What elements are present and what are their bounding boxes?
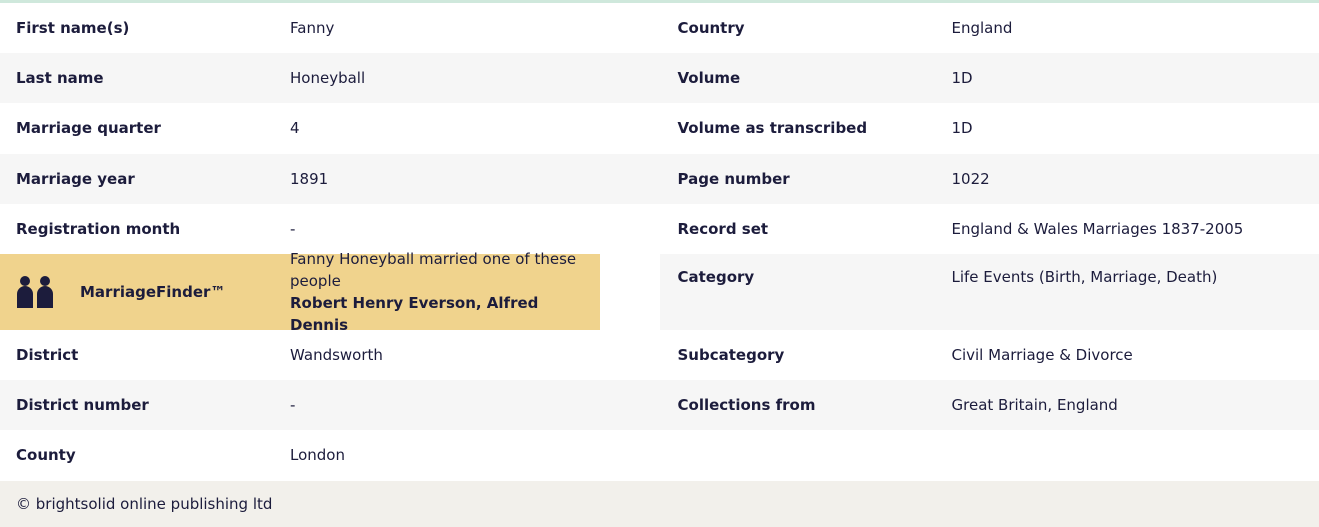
record-details: First name(s) Fanny Last name Honeyball … [0, 3, 1319, 481]
field-label: Volume [677, 69, 741, 88]
field-label: Collections from [677, 396, 816, 415]
field-label: Registration month [16, 219, 181, 238]
marriage-finder-label: MarriageFinder™ [0, 275, 290, 309]
field-label: District number [16, 396, 149, 415]
field-label: Last name [16, 69, 104, 88]
field-value: 4 [290, 119, 300, 138]
row-country: Country England [660, 3, 1319, 53]
field-value: London [290, 446, 345, 465]
row-registration-month: Registration month - [0, 204, 660, 254]
field-label: Record set [677, 219, 769, 238]
field-value: - [290, 219, 296, 238]
marriage-finder-row[interactable]: MarriageFinder™ Fanny Honeyball married … [0, 250, 600, 334]
field-value: Civil Marriage & Divorce [951, 346, 1133, 365]
row-collections-from: Collections from Great Britain, England [659, 380, 1319, 431]
field-value: Honeyball [290, 69, 366, 88]
row-district: District Wandsworth [0, 330, 660, 380]
field-label: Category [677, 267, 755, 286]
field-label: Subcategory [677, 346, 785, 365]
row-page-number: Page number 1022 [659, 153, 1319, 204]
row-volume: Volume 1D [659, 53, 1319, 104]
field-label: Marriage quarter [16, 119, 161, 138]
marriage-finder-value: Fanny Honeyball married one of these peo… [290, 248, 600, 336]
row-marriage-quarter: Marriage quarter 4 [0, 103, 660, 153]
field-label: Volume as transcribed [677, 119, 868, 138]
field-value: 1022 [951, 169, 990, 188]
footer: © brightsolid online publishing ltd [0, 480, 1319, 527]
field-value: England [951, 19, 1013, 38]
field-label: Country [677, 19, 745, 38]
people-icon [17, 275, 53, 308]
left-column: First name(s) Fanny Last name Honeyball … [0, 3, 660, 481]
marriage-finder-names[interactable]: Robert Henry Everson, Alfred Dennis [290, 292, 600, 336]
field-value: Great Britain, England [951, 396, 1118, 415]
field-value: Wandsworth [290, 346, 383, 365]
row-volume-transcribed: Volume as transcribed 1D [660, 103, 1319, 153]
field-value: 1D [951, 69, 973, 88]
row-subcategory: Subcategory Civil Marriage & Divorce [660, 330, 1319, 380]
field-value: 1891 [290, 169, 329, 188]
field-label: First name(s) [16, 19, 130, 38]
row-district-number: District number - [0, 380, 660, 431]
row-last-name: Last name Honeyball [0, 53, 660, 104]
row-marriage-year: Marriage year 1891 [0, 153, 660, 204]
field-value: Fanny [290, 19, 335, 38]
field-value: England & Wales Marriages 1837-2005 [951, 219, 1244, 238]
field-label: Page number [677, 169, 790, 188]
row-county: County London [0, 430, 660, 480]
field-label: District [16, 346, 79, 365]
row-category: Category Life Events (Birth, Marriage, D… [659, 253, 1319, 330]
field-label: County [16, 446, 76, 465]
right-column: Country England Volume 1D Volume as tran… [659, 3, 1319, 481]
field-value: - [290, 396, 296, 415]
field-label: Marriage year [16, 169, 135, 188]
copyright-text: © brightsolid online publishing ltd [16, 494, 273, 513]
marriage-finder-title: MarriageFinder™ [80, 282, 226, 301]
row-record-set: Record set England & Wales Marriages 183… [660, 204, 1319, 254]
row-first-name: First name(s) Fanny [0, 3, 660, 53]
field-value: 1D [951, 119, 973, 138]
field-value: Life Events (Birth, Marriage, Death) [951, 267, 1218, 286]
marriage-finder-intro: Fanny Honeyball married one of these peo… [290, 249, 577, 290]
row-empty [660, 430, 1319, 480]
